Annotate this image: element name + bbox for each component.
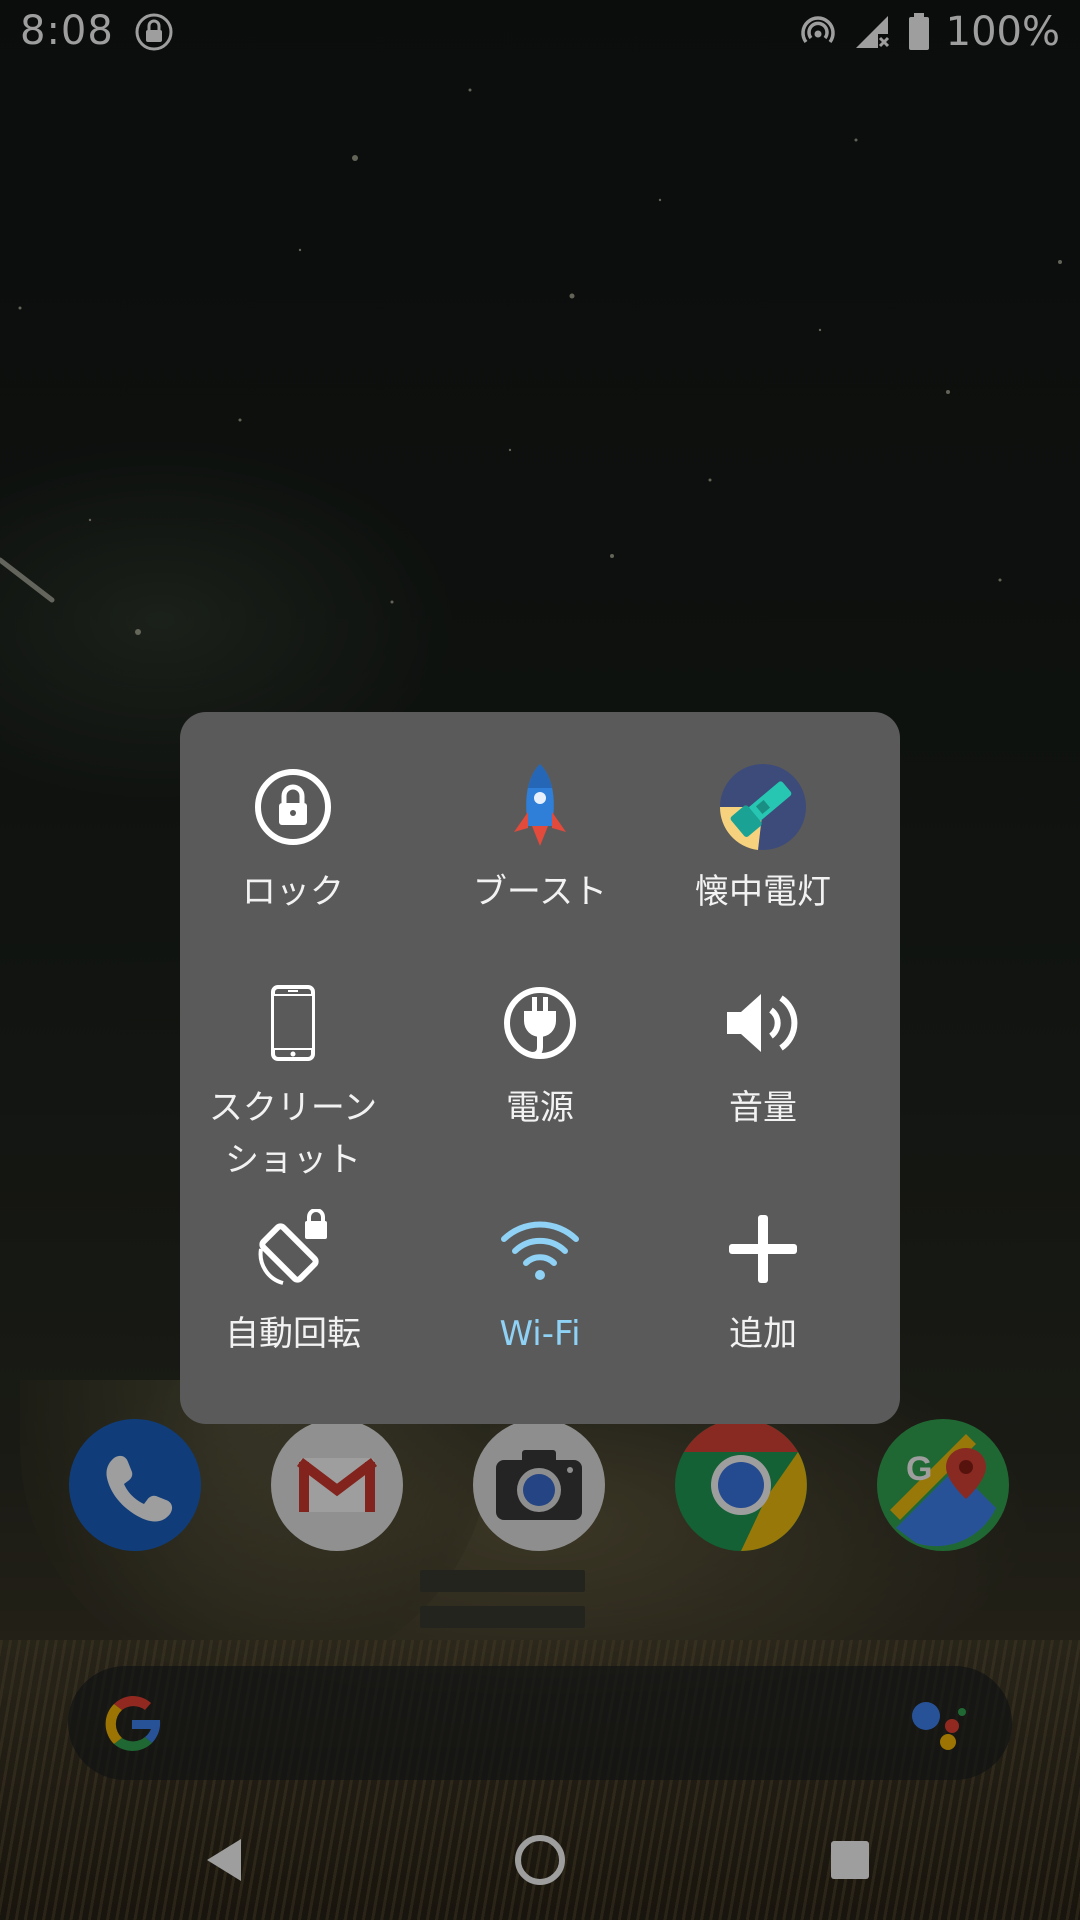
wifi-icon — [495, 1204, 585, 1294]
volume-label: 音量 — [729, 1088, 797, 1128]
rocket-icon — [495, 762, 585, 852]
power-tile[interactable]: 電源 — [430, 978, 650, 1134]
quick-actions-panel: ロック ブースト 懐中電灯 スクリーン ショット 電源 音量 自動回転 Wi-F… — [180, 712, 900, 1424]
auto-rotate-icon — [248, 1204, 338, 1294]
lock-icon — [248, 762, 338, 852]
screenshot-label: スクリーン ショット — [208, 1088, 378, 1180]
add-label: 追加 — [729, 1314, 797, 1354]
wifi-tile[interactable]: Wi-Fi — [430, 1204, 650, 1360]
flashlight-tile[interactable]: 懐中電灯 — [653, 762, 873, 918]
boost-tile[interactable]: ブースト — [430, 762, 650, 918]
power-plug-icon — [495, 978, 585, 1068]
plus-icon — [718, 1204, 808, 1294]
screenshot-tile[interactable]: スクリーン ショット — [183, 978, 403, 1186]
lock-label: ロック — [242, 872, 344, 912]
phone-screenshot-icon — [248, 978, 338, 1068]
add-tile[interactable]: 追加 — [653, 1204, 873, 1360]
flashlight-label: 懐中電灯 — [695, 872, 831, 912]
volume-tile[interactable]: 音量 — [653, 978, 873, 1134]
power-label: 電源 — [506, 1088, 574, 1128]
flashlight-icon — [718, 762, 808, 852]
lock-tile[interactable]: ロック — [183, 762, 403, 918]
auto-rotate-tile[interactable]: 自動回転 — [183, 1204, 403, 1360]
boost-label: ブースト — [472, 872, 608, 912]
wifi-label: Wi-Fi — [499, 1314, 581, 1354]
volume-icon — [718, 978, 808, 1068]
auto-rotate-label: 自動回転 — [225, 1314, 361, 1354]
